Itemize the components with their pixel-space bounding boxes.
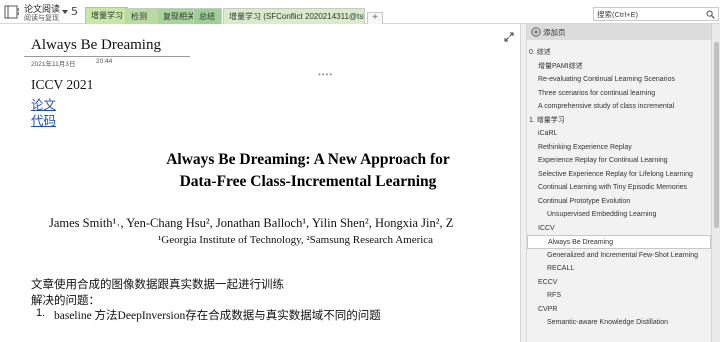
page-list-item[interactable]: 0. 综述 xyxy=(527,46,711,60)
paper-title-line-2: Data-Free Class-Incremental Learning xyxy=(179,173,437,190)
top-bar: 论文阅读 阅读与复现 5 增量学习 检测 复现相关 总结 增量学习 (SFConflic… xyxy=(0,0,720,24)
note-container-handle[interactable]: •••• xyxy=(318,70,333,79)
venue-text: ICCV 2021 xyxy=(31,77,94,92)
page-time: 20:44 xyxy=(96,58,113,65)
search-icon[interactable] xyxy=(706,10,715,19)
add-page-icon xyxy=(531,27,541,37)
svg-text:5: 5 xyxy=(71,5,78,17)
page-list-item[interactable]: RECALL xyxy=(527,262,711,276)
page-list-item[interactable]: Three scenarios for continual learning xyxy=(527,87,711,101)
expand-icon[interactable] xyxy=(504,32,514,42)
page-list-item[interactable]: Rethinking Experience Replay xyxy=(527,141,711,155)
page-list-item[interactable]: Unsupervised Embedding Learning xyxy=(527,208,711,222)
tab-5[interactable]: 增量学习 (SFConflict 2020214311@tsin... xyxy=(223,8,365,24)
note-problem-heading: 解决的问题： xyxy=(31,295,100,307)
tab-2[interactable]: 检测 xyxy=(125,8,159,24)
page-list-item[interactable]: Continual Prototype Evolution xyxy=(527,195,711,209)
chevron-down-icon[interactable] xyxy=(61,8,69,16)
search-input[interactable]: 搜索(Ctrl+E) xyxy=(593,7,719,21)
add-page-label: 添加页 xyxy=(543,28,566,37)
page-list-item[interactable]: ECCV xyxy=(527,276,711,290)
page-list-item[interactable]: Selective Experience Replay for Lifelong… xyxy=(527,168,711,182)
page-list-item[interactable]: Semantic-aware Knowledge Distillation xyxy=(527,316,711,330)
paper-title-line-1: Always Be Dreaming: A New Approach for xyxy=(166,151,450,168)
page-list: 0. 综述 增量PAMI综述 Re-evaluating Continual Lea… xyxy=(527,46,711,330)
code-link[interactable]: 代码 xyxy=(31,110,56,129)
add-page-button[interactable]: 添加页 xyxy=(527,24,711,40)
scrollbar-thumb[interactable] xyxy=(714,42,719,228)
tab-4[interactable]: 总结 xyxy=(193,8,222,24)
page-list-item[interactable]: RFS xyxy=(527,289,711,303)
tab-3[interactable]: 复现相关 xyxy=(157,8,195,24)
page-list-item[interactable]: CVPR xyxy=(527,303,711,317)
page-list-item-selected[interactable]: Always Be Dreaming xyxy=(527,235,711,249)
page-list-scrollbar[interactable] xyxy=(711,24,720,342)
note-summary: 文章使用合成的图像数据跟真实数据一起进行训练 xyxy=(31,279,284,291)
paper-affiliations: ¹Georgia Institute of Technology, ²Samsu… xyxy=(158,234,434,246)
notebook-section-name: 阅读与复现 xyxy=(24,15,59,22)
page-list-pane: 添加页 0. 综述 增量PAMI综述 Re-evaluating Continual… xyxy=(526,24,720,342)
page-canvas[interactable]: Always Be Dreaming 2021年11月3日 20:44 ••••… xyxy=(0,24,520,342)
page-list-item[interactable]: Experience Replay for Continual Learning xyxy=(527,154,711,168)
page-date: 2021年11月3日 xyxy=(31,61,76,68)
tab-1[interactable]: 增量学习 xyxy=(85,7,128,24)
title-underline xyxy=(24,56,190,57)
search-placeholder: 搜索(Ctrl+E) xyxy=(597,10,639,19)
sync-icon[interactable]: 5 xyxy=(70,5,80,17)
page-list-item[interactable]: Re-evaluating Continual Learning Scenari… xyxy=(527,73,711,87)
notebook-icon xyxy=(4,5,19,19)
page-list-item[interactable]: Generalized and Incremental Few-Shot Lea… xyxy=(527,249,711,263)
page-list-item[interactable]: ICCV xyxy=(527,222,711,236)
page-list-item[interactable]: 1. 增量学习 xyxy=(527,114,711,128)
list-number: 1. xyxy=(36,307,46,319)
list-item: baseline 方法DeepInversion存在合成数据与真实数据域不同的问… xyxy=(54,310,381,322)
page-list-item[interactable]: A comprehensive study of class increment… xyxy=(527,100,711,114)
paper-authors: James Smith¹˒, Yen-Chang Hsu², Jonathan … xyxy=(49,216,454,230)
paper-title-image: Always Be Dreaming: A New Approach for D… xyxy=(60,149,520,193)
page-list-item[interactable]: Continual Learning with Tiny Episodic Me… xyxy=(527,181,711,195)
notebook-selector[interactable]: 论文阅读 阅读与复现 xyxy=(2,1,64,23)
page-list-item[interactable]: iCaRL xyxy=(527,127,711,141)
add-section-button[interactable]: + xyxy=(367,12,383,24)
page-list-item[interactable]: 增量PAMI综述 xyxy=(527,60,711,74)
page-title[interactable]: Always Be Dreaming xyxy=(31,37,161,54)
